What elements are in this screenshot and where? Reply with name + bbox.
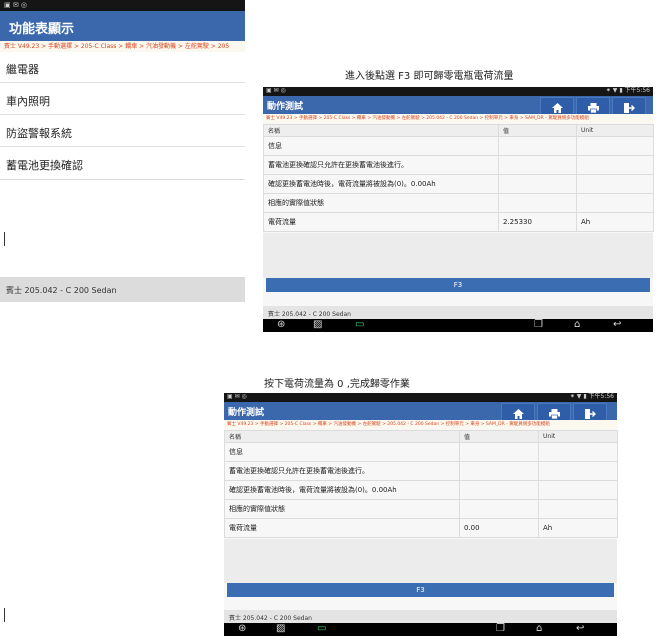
table-empty-area (263, 233, 653, 278)
menu-item-label: 蓄電池更換確認 (6, 159, 83, 172)
header-value: 值 (459, 430, 539, 443)
menu-item-interior-lighting[interactable]: 車內照明 (0, 83, 245, 115)
exit-icon (623, 103, 635, 113)
menu-item-label: 防盜警報系統 (6, 127, 72, 140)
menu-item-label: 車內照明 (6, 95, 50, 108)
table-row[interactable]: 相應的實際值狀態 (263, 193, 654, 213)
left-screen: ▣ ✉ ◎ 功能表顯示 賓士 V49.23 > 手動選擇 > 205-C Cla… (0, 0, 245, 302)
table-row[interactable]: 確認更換蓄電池時後，電荷流量將被設為(0)。0.00Ah (224, 480, 618, 500)
recent-apps-icon[interactable]: ❐ (534, 319, 543, 330)
nav-bar: ⊛ ▨ ▭ ❐ ⌂ ↩ (224, 623, 617, 636)
page-title-text: 動作測試 (267, 102, 304, 112)
vehicle-label: 賓士 205.042 - C 200 Sedan (6, 286, 117, 295)
caption-top: 進入後點選 F3 即可歸零電瓶電荷流量 (345, 71, 514, 82)
exit-icon (584, 409, 596, 419)
nav-bar: ⊛ ▨ ▭ ❐ ⌂ ↩ (263, 319, 653, 332)
home-icon (551, 103, 563, 113)
table-row[interactable]: 蓄電池更換確認只允許在更換蓄電池後進行。 (224, 461, 618, 481)
charge-flow-value: 2.25330 (498, 212, 577, 232)
printer-icon (548, 409, 560, 420)
table-row[interactable]: 電荷流量 2.25330 Ah (263, 212, 654, 232)
gallery-icon[interactable]: ▨ (313, 319, 322, 330)
text-cursor (4, 232, 5, 246)
header-name: 名稱 (224, 430, 460, 443)
charge-flow-value: 0.00 (459, 518, 539, 538)
breadcrumb-text: 賓士 V49.23 > 手動選擇 > 205-C Class > 轎車 > 汽油… (227, 422, 550, 427)
nav-home-icon[interactable]: ⌂ (536, 623, 542, 634)
action-test-screen-1: ▣ ✉ ◎ ⁕ ▼ ▮ 下午5:56 動作測試 賓士 V49.23 > 手動選擇… (263, 87, 654, 332)
f3-button[interactable]: F3 (266, 278, 650, 292)
menu-item-battery-replacement[interactable]: 蓄電池更換確認 (0, 147, 245, 180)
page-title-text: 動作測試 (228, 408, 265, 418)
table-header: 名稱 值 Unit (263, 124, 654, 137)
notification-icon: ▣ ✉ ◎ (227, 393, 247, 400)
vehicle-footer: 賓士 205.042 - C 200 Sedan (0, 277, 245, 302)
status-bar: ▣ ✉ ◎ (0, 0, 245, 11)
breadcrumb-text: 賓士 V49.23 > 手動選擇 > 205-C Class > 轎車 > 汽油… (4, 43, 230, 50)
vehicle-label: 賓士 205.042 - C 200 Sedan (268, 311, 351, 318)
menu-item-anti-theft-alarm[interactable]: 防盜警報系統 (0, 115, 245, 147)
table-row[interactable]: 相應的實際值狀態 (224, 499, 618, 519)
printer-icon (587, 103, 599, 114)
app-logo-icon[interactable]: ⊛ (277, 319, 285, 330)
action-test-screen-2: ▣ ✉ ◎ ⁕ ▼ ▮ 下午5:56 動作測試 賓士 V49.23 > 手動選擇… (224, 393, 618, 636)
gallery-icon[interactable]: ▨ (276, 623, 285, 634)
back-icon[interactable]: ↩ (613, 319, 621, 330)
page-title: 動作測試 (263, 96, 653, 115)
text-cursor (4, 608, 5, 622)
home-button[interactable] (540, 97, 574, 115)
header-unit: Unit (538, 430, 618, 443)
exit-button[interactable] (573, 403, 607, 421)
back-icon[interactable]: ↩ (576, 623, 584, 634)
battery-icon[interactable]: ▭ (317, 623, 326, 634)
notification-icon: ▣ ✉ ◎ (4, 1, 28, 9)
caption-bottom: 按下電荷流量為 0 ,完成歸零作業 (264, 379, 410, 390)
table-row[interactable]: 蓄電池更換確認只允許在更換蓄電池後進行。 (263, 155, 654, 175)
page-title: 動作測試 (224, 402, 617, 421)
data-table: 名稱 值 Unit 信息 蓄電池更換確認只允許在更換蓄電池後進行。 確認更換蓄電… (224, 430, 618, 538)
vehicle-label: 賓士 205.042 - C 200 Sedan (229, 615, 312, 622)
print-button[interactable] (576, 97, 610, 115)
menu-item-label: 繼電器 (6, 63, 39, 76)
data-table: 名稱 值 Unit 信息 蓄電池更換確認只允許在更換蓄電池後進行。 確認更換蓄電… (263, 124, 654, 232)
status-bar: ▣ ✉ ◎ ⁕ ▼ ▮ 下午5:56 (263, 87, 653, 96)
header-name: 名稱 (263, 124, 499, 137)
print-button[interactable] (537, 403, 571, 421)
home-icon (512, 409, 524, 419)
table-empty-area (224, 539, 617, 583)
breadcrumb: 賓士 V49.23 > 手動選擇 > 205-C Class > 轎車 > 汽油… (263, 114, 653, 123)
status-bar: ▣ ✉ ◎ ⁕ ▼ ▮ 下午5:56 (224, 393, 617, 402)
vehicle-footer: 賓士 205.042 - C 200 Sedan (224, 610, 617, 623)
app-logo-icon[interactable]: ⊛ (238, 623, 246, 634)
status-right: ⁕ ▼ ▮ 下午5:56 (605, 87, 650, 94)
nav-home-icon[interactable]: ⌂ (574, 319, 580, 330)
recent-apps-icon[interactable]: ❐ (496, 623, 505, 634)
table-header: 名稱 值 Unit (224, 430, 618, 443)
notification-icon: ▣ ✉ ◎ (266, 87, 286, 94)
breadcrumb: 賓士 V49.23 > 手動選擇 > 205-C Class > 轎車 > 汽油… (224, 420, 617, 429)
table-row[interactable]: 確認更換蓄電池時後，電荷流量將被設為(0)。0.00Ah (263, 174, 654, 194)
exit-button[interactable] (612, 97, 646, 115)
f3-button[interactable]: F3 (227, 583, 614, 597)
breadcrumb: 賓士 V49.23 > 手動選擇 > 205-C Class > 轎車 > 汽油… (0, 41, 245, 52)
status-right: ⁕ ▼ ▮ 下午5:56 (569, 393, 614, 400)
header-unit: Unit (576, 124, 654, 137)
vehicle-footer: 賓士 205.042 - C 200 Sedan (263, 306, 653, 319)
menu-item-relay[interactable]: 繼電器 (0, 52, 245, 83)
page-title-text: 功能表顯示 (9, 22, 75, 37)
table-row[interactable]: 信息 (224, 442, 618, 462)
page-title: 功能表顯示 (0, 11, 245, 41)
table-row[interactable]: 電荷流量 0.00 Ah (224, 518, 618, 538)
battery-icon[interactable]: ▭ (355, 319, 364, 330)
table-row[interactable]: 信息 (263, 136, 654, 156)
home-button[interactable] (501, 403, 535, 421)
breadcrumb-text: 賓士 V49.23 > 手動選擇 > 205-C Class > 轎車 > 汽油… (266, 116, 589, 121)
header-value: 值 (498, 124, 577, 137)
